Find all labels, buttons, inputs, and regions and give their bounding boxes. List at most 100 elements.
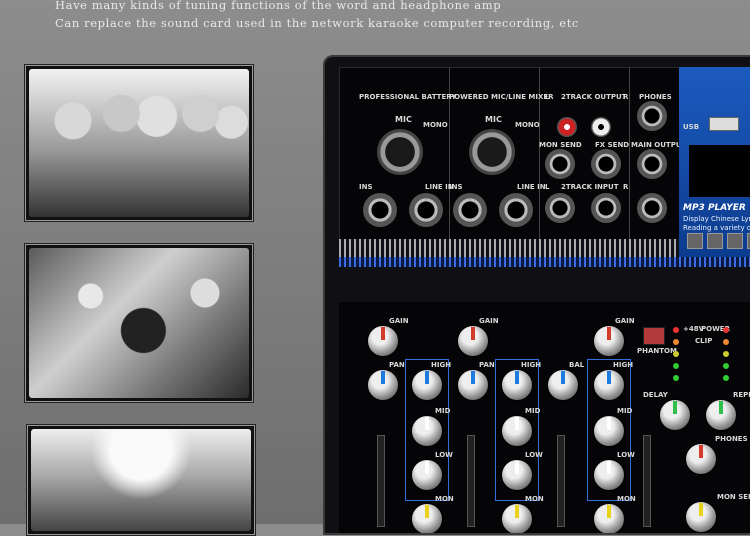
label-mid-3: MID — [617, 407, 633, 415]
low-knob-2[interactable] — [501, 459, 533, 491]
label-high-2: HIGH — [521, 361, 542, 369]
label-ins-1: INS — [359, 183, 373, 191]
audio-mixer: PROFESSIONAL BATTERY POWERED MIC/LINE MI… — [323, 55, 750, 535]
label-pan-1: PAN — [389, 361, 405, 369]
jack-mon-send[interactable] — [545, 149, 575, 179]
xlr-input-1[interactable] — [377, 129, 423, 175]
jack-2track-in-l[interactable] — [545, 193, 575, 223]
label-gain-2: GAIN — [479, 317, 499, 325]
label-low-3: LOW — [617, 451, 635, 459]
label-l-2: L — [545, 183, 550, 191]
high-knob-3[interactable] — [593, 369, 625, 401]
led-meter-r-3 — [723, 375, 729, 381]
bal-knob[interactable] — [547, 369, 579, 401]
label-low-2: LOW — [525, 451, 543, 459]
high-knob-1[interactable] — [411, 369, 443, 401]
led-meter-l-1 — [673, 351, 679, 357]
label-usb: USB — [683, 123, 700, 131]
jack-ins-1[interactable] — [363, 193, 397, 227]
photo-karaoke-group — [24, 64, 254, 222]
led-meter-l-3 — [673, 375, 679, 381]
label-mon-send-knob: MON SEND — [717, 493, 750, 501]
mid-knob-1[interactable] — [411, 415, 443, 447]
label-phones-knob: PHONES — [715, 435, 748, 443]
label-main-output: MAIN OUTPUT — [631, 141, 687, 149]
gain-knob-2[interactable] — [457, 325, 489, 357]
label-mono-1: MONO — [423, 121, 448, 129]
label-r-2: R — [623, 183, 629, 191]
player-display — [689, 145, 750, 197]
photo-recording-studio — [24, 243, 254, 403]
label-repeat: REPE — [733, 391, 750, 399]
mid-knob-3[interactable] — [593, 415, 625, 447]
repeat-knob[interactable] — [705, 399, 737, 431]
player-title: MP3 PLAYER — [683, 203, 746, 213]
player-next-button[interactable] — [727, 233, 743, 249]
label-mon-send-top: MON SEND — [539, 141, 582, 149]
label-high-1: HIGH — [431, 361, 452, 369]
label-r-1: R — [623, 93, 629, 101]
rca-output-r[interactable] — [591, 117, 611, 137]
label-phones-top: PHONES — [639, 93, 672, 101]
rca-output-l[interactable] — [557, 117, 577, 137]
label-clip: CLIP — [695, 337, 713, 345]
fader-2[interactable] — [467, 435, 475, 527]
pan-knob-1[interactable] — [367, 369, 399, 401]
gain-knob-3[interactable] — [593, 325, 625, 357]
fader-3[interactable] — [557, 435, 565, 527]
label-gain-3: GAIN — [615, 317, 635, 325]
label-professional-battery: PROFESSIONAL BATTERY — [359, 93, 457, 101]
label-mon-1: MON — [435, 495, 454, 503]
label-bal: BAL — [569, 361, 585, 369]
jack-fx-send[interactable] — [591, 149, 621, 179]
player-play-button[interactable] — [687, 233, 703, 249]
xlr-input-2[interactable] — [469, 129, 515, 175]
fader-4[interactable] — [643, 435, 651, 527]
mon-knob-1[interactable] — [411, 503, 443, 533]
label-mic-2: MIC — [485, 115, 502, 124]
jack-2track-in-r[interactable] — [591, 193, 621, 223]
led-meter-r-1 — [723, 351, 729, 357]
gain-knob-1[interactable] — [367, 325, 399, 357]
label-ins-2: INS — [449, 183, 463, 191]
label-mic-1: MIC — [395, 115, 412, 124]
mon-send-knob[interactable] — [685, 501, 717, 533]
led-clip-l — [673, 339, 679, 345]
pan-knob-2[interactable] — [457, 369, 489, 401]
label-linein-2: LINE IN — [517, 183, 546, 191]
caption-line-2: Can replace the sound card used in the n… — [55, 16, 579, 30]
jack-linein-2[interactable] — [499, 193, 533, 227]
led-power — [723, 327, 729, 333]
player-prev-button[interactable] — [707, 233, 723, 249]
label-gain-1: GAIN — [389, 317, 409, 325]
phantom-switch[interactable] — [643, 327, 665, 345]
label-pan-2: PAN — [479, 361, 495, 369]
fader-1[interactable] — [377, 435, 385, 527]
jack-phones[interactable] — [637, 101, 667, 131]
led-meter-l-2 — [673, 363, 679, 369]
led-48v — [673, 327, 679, 333]
usb-port[interactable] — [709, 117, 739, 131]
jack-main-output-l[interactable] — [637, 149, 667, 179]
label-mono-2: MONO — [515, 121, 540, 129]
mid-knob-2[interactable] — [501, 415, 533, 447]
label-mon-2: MON — [525, 495, 544, 503]
led-meter-r-2 — [723, 363, 729, 369]
label-l-1: L — [545, 93, 550, 101]
low-knob-3[interactable] — [593, 459, 625, 491]
label-2track-output: 2TRACK OUTPUT — [561, 93, 627, 101]
jack-main-output-r[interactable] — [637, 193, 667, 223]
low-knob-1[interactable] — [411, 459, 443, 491]
phones-knob[interactable] — [685, 443, 717, 475]
label-mid-1: MID — [435, 407, 451, 415]
mon-knob-2[interactable] — [501, 503, 533, 533]
label-high-3: HIGH — [613, 361, 634, 369]
label-fx-send: FX SEND — [595, 141, 630, 149]
mon-knob-3[interactable] — [593, 503, 625, 533]
jack-linein-1[interactable] — [409, 193, 443, 227]
led-clip-r — [723, 339, 729, 345]
high-knob-2[interactable] — [501, 369, 533, 401]
delay-knob[interactable] — [659, 399, 691, 431]
jack-ins-2[interactable] — [453, 193, 487, 227]
label-mid-2: MID — [525, 407, 541, 415]
